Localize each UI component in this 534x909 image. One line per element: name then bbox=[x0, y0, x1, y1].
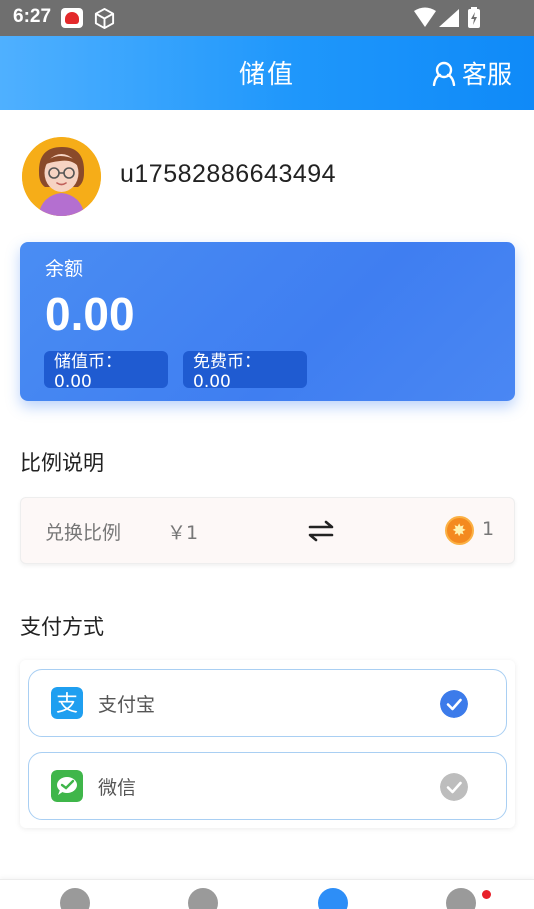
check-selected-icon[interactable] bbox=[440, 690, 468, 718]
pay-option-label: 微信 bbox=[98, 777, 137, 799]
top-header: 储值 客服 bbox=[0, 36, 534, 110]
ratio-label: 兑换比例 bbox=[45, 522, 122, 544]
free-coin-badge: 免费币：0.00 bbox=[183, 351, 307, 392]
balance-amount: 0.00 bbox=[45, 288, 135, 340]
pay-option-alipay[interactable]: 支 支付宝 bbox=[28, 669, 507, 737]
balance-card: 余额 0.00 储值币：0.00 免费币：0.00 bbox=[20, 242, 515, 401]
wifi-icon bbox=[414, 7, 436, 27]
package-icon bbox=[94, 7, 115, 30]
alipay-icon: 支 bbox=[51, 687, 83, 719]
pay-option-label: 支付宝 bbox=[98, 694, 156, 716]
username: u17582886643494 bbox=[120, 160, 337, 188]
customer-service-button[interactable]: 客服 bbox=[431, 55, 512, 91]
stored-coin-badge: 储值币：0.00 bbox=[44, 351, 168, 392]
battery-charging-icon bbox=[468, 7, 480, 28]
tab-community-icon[interactable] bbox=[188, 888, 218, 909]
swap-arrows-icon bbox=[308, 520, 334, 542]
pay-option-wechat[interactable]: 微信 bbox=[28, 752, 507, 820]
app-badge-icon bbox=[61, 8, 83, 28]
payment-section-title: 支付方式 bbox=[20, 615, 104, 639]
system-status-icons bbox=[414, 7, 480, 28]
status-time: 6:27 bbox=[13, 6, 52, 27]
tab-wallet-icon[interactable] bbox=[318, 888, 348, 909]
signal-icon bbox=[439, 9, 459, 27]
payment-methods-card: 支 支付宝 微信 bbox=[20, 660, 515, 828]
wechat-icon bbox=[51, 770, 83, 802]
bottom-tab-bar bbox=[0, 879, 534, 909]
ratio-section-title: 比例说明 bbox=[20, 451, 104, 475]
coin-value: 1 bbox=[482, 518, 495, 540]
headset-icon bbox=[432, 61, 456, 86]
check-unselected-icon[interactable] bbox=[440, 773, 468, 801]
avatar bbox=[22, 137, 101, 216]
tab-profile-icon[interactable] bbox=[446, 888, 476, 909]
coin-icon: ✸ bbox=[445, 516, 474, 545]
ratio-card: 兑换比例 ￥1 ✸ 1 bbox=[20, 497, 515, 564]
ratio-yuan-value: ￥1 bbox=[167, 522, 199, 544]
avatar-illustration bbox=[22, 137, 101, 216]
notification-dot bbox=[482, 890, 491, 899]
customer-service-label: 客服 bbox=[461, 60, 512, 89]
tab-gamepad-icon[interactable] bbox=[60, 888, 90, 909]
balance-label: 余额 bbox=[45, 258, 84, 280]
status-bar: 6:27 bbox=[0, 0, 534, 36]
svg-text:支: 支 bbox=[56, 692, 78, 717]
